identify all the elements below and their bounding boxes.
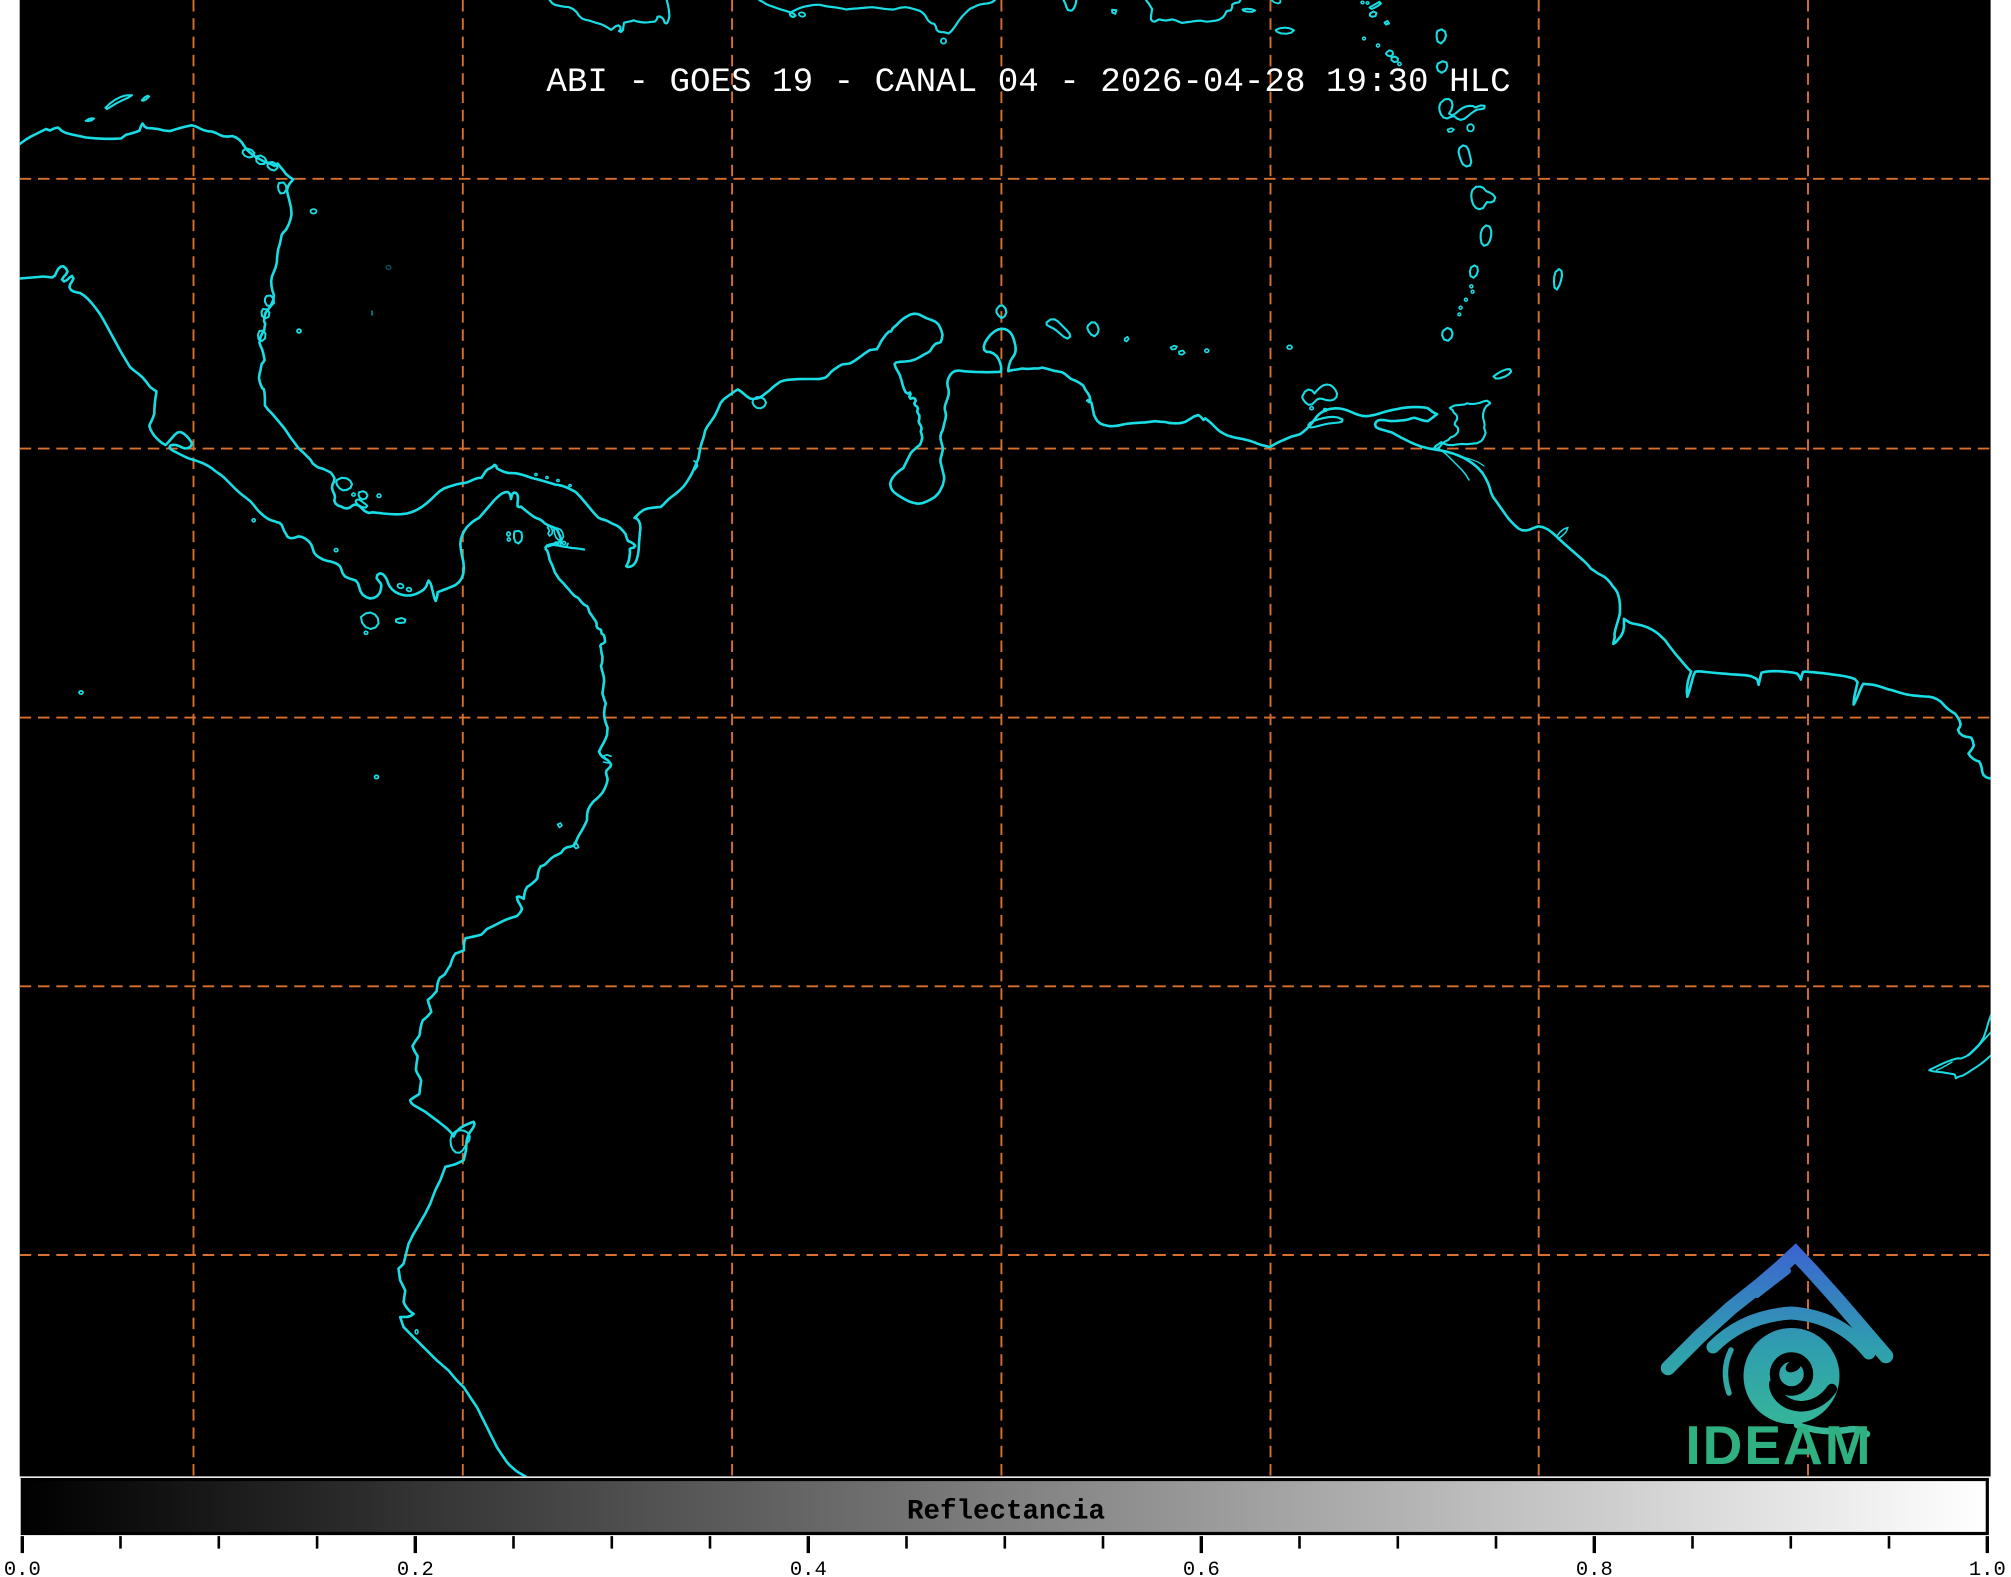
svg-text:0.2: 0.2	[397, 1559, 434, 1577]
svg-text:0.4: 0.4	[790, 1559, 827, 1577]
svg-text:1.0: 1.0	[1969, 1559, 2006, 1577]
svg-text:Reflectancia: Reflectancia	[907, 1497, 1105, 1528]
svg-text:ABI - GOES 19 - CANAL 04 - 202: ABI - GOES 19 - CANAL 04 - 2026-04-28 19…	[546, 64, 1510, 102]
svg-text:0.0: 0.0	[4, 1559, 41, 1577]
svg-text:0.8: 0.8	[1576, 1559, 1613, 1577]
svg-text:0.6: 0.6	[1183, 1559, 1220, 1577]
svg-text:IDEAM: IDEAM	[1685, 1414, 1872, 1476]
